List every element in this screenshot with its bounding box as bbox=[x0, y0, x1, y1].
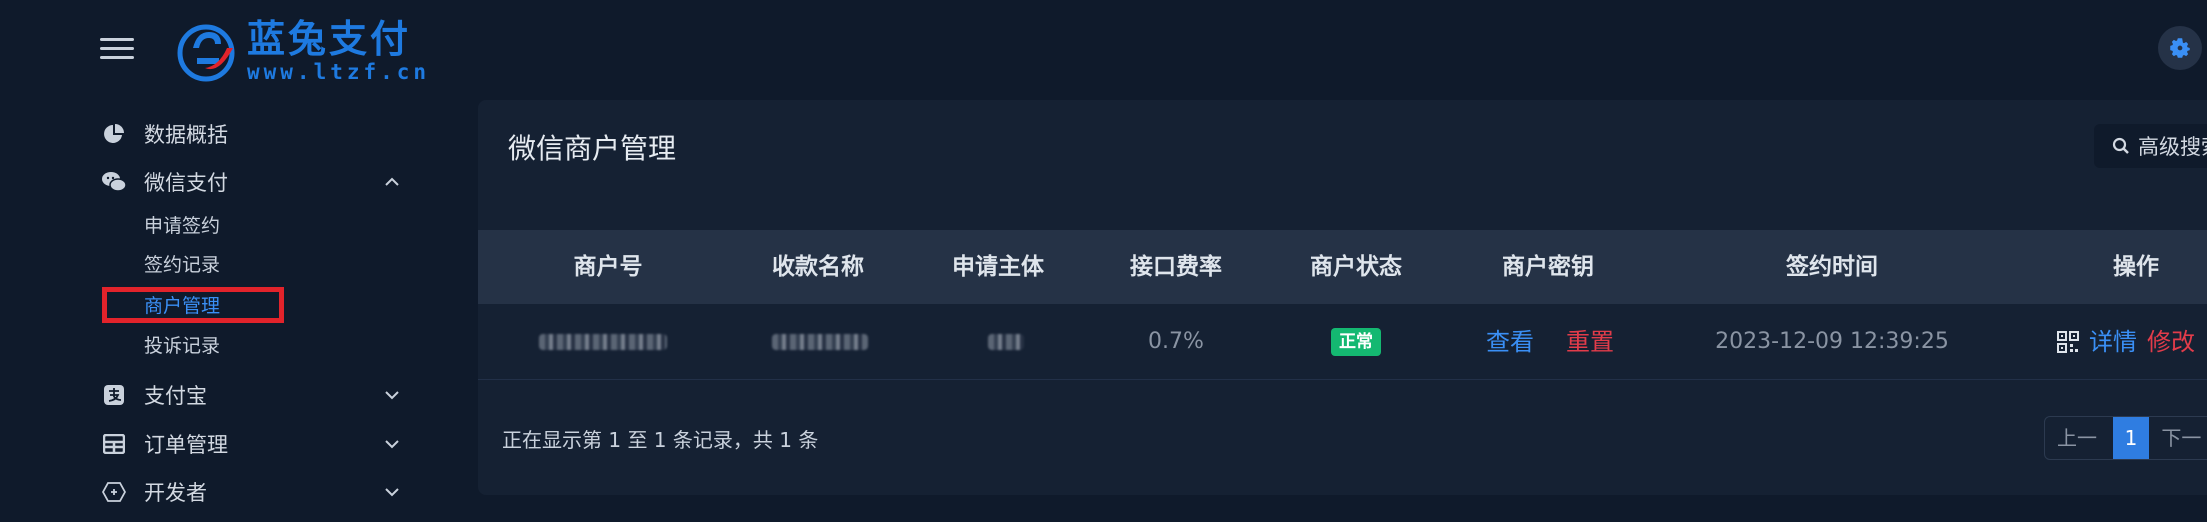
cell-actions: 详情 修改 bbox=[2057, 304, 2195, 380]
cell-status: 正常 bbox=[1331, 304, 1381, 380]
settings-button[interactable] bbox=[2158, 26, 2202, 70]
chevron-up-icon bbox=[385, 177, 399, 186]
sidebar-item-wechat-pay[interactable]: 微信支付 bbox=[100, 162, 410, 202]
sidebar-item-label: 支付宝 bbox=[144, 384, 207, 408]
sidebar-item-label: 订单管理 bbox=[144, 433, 228, 457]
col-applicant[interactable]: 申请主体 bbox=[952, 230, 1044, 304]
hamburger-icon[interactable] bbox=[100, 38, 134, 62]
sidebar-item-developer[interactable]: 开发者 bbox=[100, 472, 410, 512]
sidebar-subitem-sign-records[interactable]: 签约记录 bbox=[144, 246, 220, 280]
logo[interactable]: 蓝兔支付 www.ltzf.cn bbox=[175, 18, 430, 84]
col-merchant-id[interactable]: 商户号 bbox=[574, 230, 643, 304]
chevron-down-icon bbox=[385, 391, 399, 400]
col-rate[interactable]: 接口费率 bbox=[1130, 230, 1222, 304]
chevron-down-icon bbox=[385, 488, 399, 497]
cell-rate: 0.7% bbox=[1148, 329, 1204, 354]
sidebar-item-alipay[interactable]: 支付宝 bbox=[100, 375, 410, 415]
advanced-search-label: 高级搜索 bbox=[2138, 135, 2207, 159]
status-badge: 正常 bbox=[1331, 328, 1381, 356]
cell-payee-name bbox=[772, 304, 868, 380]
col-status[interactable]: 商户状态 bbox=[1310, 230, 1402, 304]
next-page-button[interactable]: 下一页 bbox=[2149, 417, 2207, 459]
qrcode-icon[interactable] bbox=[2057, 331, 2079, 353]
search-icon bbox=[2112, 137, 2129, 154]
col-secret-key[interactable]: 商户密钥 bbox=[1502, 230, 1594, 304]
sidebar-item-label: 数据概括 bbox=[144, 123, 228, 147]
logo-rabbit-icon bbox=[177, 24, 235, 82]
detail-link[interactable]: 详情 bbox=[2089, 304, 2137, 380]
chevron-down-icon bbox=[385, 440, 399, 449]
logo-title: 蓝兔支付 bbox=[247, 17, 412, 61]
col-actions: 操作 bbox=[2113, 254, 2159, 280]
logo-url: www.ltzf.cn bbox=[247, 60, 431, 84]
edit-link[interactable]: 修改 bbox=[2147, 304, 2195, 380]
col-payee-name[interactable]: 收款名称 bbox=[772, 230, 864, 304]
col-sign-time[interactable]: 签约时间 bbox=[1786, 230, 1878, 304]
sidebar-item-dashboard[interactable]: 数据概括 bbox=[100, 114, 410, 154]
pie-chart-icon bbox=[100, 120, 128, 148]
reset-key-link[interactable]: 重置 bbox=[1566, 328, 1614, 356]
advanced-search-button[interactable]: 高级搜索 bbox=[2094, 124, 2207, 168]
alipay-icon bbox=[100, 381, 128, 409]
table-icon bbox=[100, 430, 128, 458]
page-title: 微信商户管理 bbox=[508, 132, 677, 165]
page-1-button[interactable]: 1 bbox=[2112, 417, 2150, 459]
sidebar-item-label: 开发者 bbox=[144, 481, 207, 505]
cell-secret-key: 查看 重置 bbox=[1486, 304, 1614, 380]
cell-merchant-id bbox=[539, 304, 667, 380]
gear-icon bbox=[2170, 38, 2190, 58]
sidebar-item-orders[interactable]: 订单管理 bbox=[100, 424, 410, 464]
record-summary: 正在显示第 1 至 1 条记录，共 1 条 bbox=[502, 428, 819, 452]
sidebar-subitem-complaints[interactable]: 投诉记录 bbox=[144, 327, 220, 361]
sidebar-item-label: 微信支付 bbox=[144, 171, 228, 195]
table-header: 商户号 收款名称 申请主体 接口费率 商户状态 商户密钥 签约时间 操作 bbox=[478, 230, 2207, 304]
developer-icon bbox=[100, 478, 128, 506]
cell-sign-time: 2023-12-09 12:39:25 bbox=[1715, 329, 1949, 354]
pagination: 上一页 1 下一页 bbox=[2044, 416, 2207, 460]
wechat-icon bbox=[100, 168, 128, 196]
highlight-annotation bbox=[102, 287, 284, 323]
cell-applicant bbox=[988, 304, 1024, 380]
merchant-card: 微信商户管理 高级搜索 商户号 收款名称 申请主体 接口费率 商户状态 商户密钥… bbox=[478, 100, 2207, 495]
sidebar-subitem-apply[interactable]: 申请签约 bbox=[144, 207, 220, 241]
prev-page-button[interactable]: 上一页 bbox=[2045, 417, 2113, 459]
view-key-link[interactable]: 查看 bbox=[1486, 328, 1534, 356]
table-row: 0.7% 正常 查看 重置 2023-12-09 12:39:25 详情 修改 bbox=[478, 304, 2207, 380]
